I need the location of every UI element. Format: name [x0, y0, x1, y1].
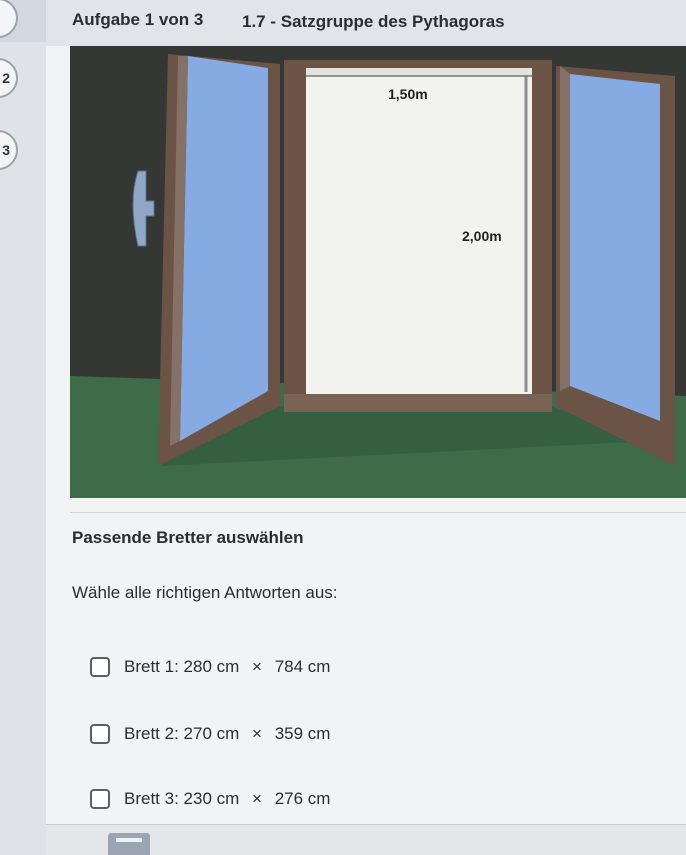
option-label: Brett 1:	[124, 657, 179, 676]
times-symbol: ×	[252, 724, 262, 743]
dimension-a: 230 cm	[183, 789, 240, 808]
option-text: Brett 2: 270 cm × 359 cm	[124, 724, 330, 744]
window-illustration: 1,50m 2,00m	[70, 46, 686, 498]
right-window-glass	[570, 74, 660, 421]
task-title: 1.7 - Satzgruppe des Pythagoras	[242, 12, 505, 31]
dimension-a: 280 cm	[183, 657, 240, 676]
dimension-a: 270 cm	[183, 724, 240, 743]
task-counter: Aufgabe 1 von 3	[72, 10, 204, 29]
dimension-b: 784 cm	[274, 657, 331, 676]
calculator-icon[interactable]	[108, 833, 150, 855]
times-symbol: ×	[252, 789, 262, 808]
checkbox[interactable]	[90, 789, 110, 809]
answer-option-3[interactable]: Brett 3: 230 cm × 276 cm	[90, 785, 330, 813]
question-title: Passende Bretter auswählen	[72, 528, 304, 547]
step-2-button[interactable]: 2	[0, 58, 18, 98]
width-label: 1,50m	[388, 86, 428, 102]
checkbox[interactable]	[90, 657, 110, 677]
option-label: Brett 3:	[124, 789, 179, 808]
footer-bar	[46, 824, 686, 855]
divider	[70, 512, 686, 513]
height-label: 2,00m	[462, 228, 502, 244]
option-label: Brett 2:	[124, 724, 179, 743]
task-header: Aufgabe 1 von 3 1.7 - Satzgruppe des Pyt…	[46, 0, 686, 47]
question-instruction: Wähle alle richtigen Antworten aus:	[72, 583, 338, 602]
option-text: Brett 1: 280 cm × 784 cm	[124, 657, 330, 677]
dimension-b: 276 cm	[274, 789, 331, 808]
answer-option-1[interactable]: Brett 1: 280 cm × 784 cm	[90, 653, 330, 681]
step-3-button[interactable]: 3	[0, 130, 18, 170]
answer-option-2[interactable]: Brett 2: 270 cm × 359 cm	[90, 720, 330, 748]
option-text: Brett 3: 230 cm × 276 cm	[124, 789, 330, 809]
checkbox[interactable]	[90, 724, 110, 744]
times-symbol: ×	[252, 657, 262, 676]
dimension-b: 359 cm	[274, 724, 331, 743]
step-sidebar: 2 3	[0, 0, 47, 855]
left-window-glass	[180, 56, 268, 441]
